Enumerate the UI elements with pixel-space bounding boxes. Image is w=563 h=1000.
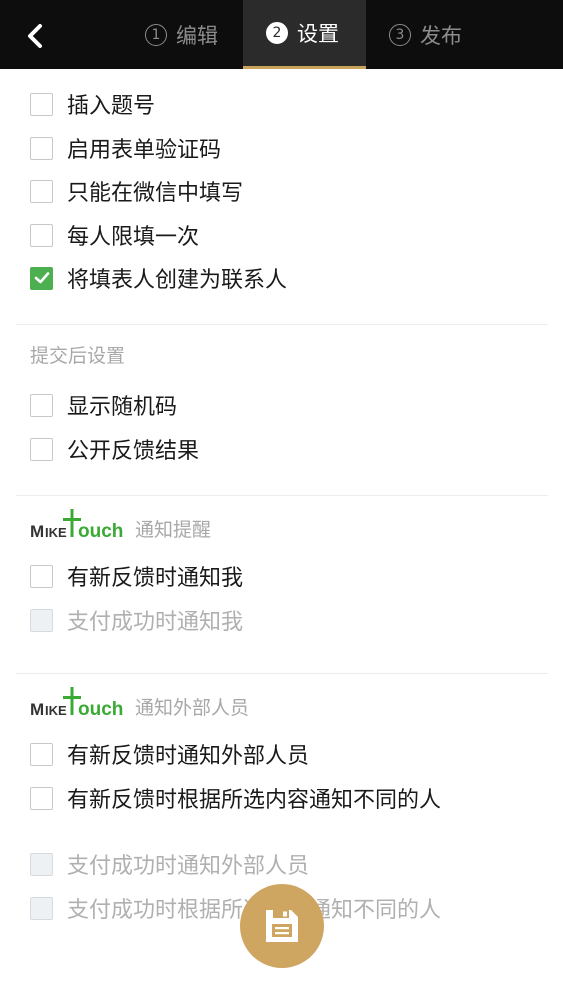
back-button[interactable]: [22, 22, 50, 50]
option-label: 显示随机码: [67, 395, 178, 420]
checkbox[interactable]: [30, 786, 53, 810]
checkbox[interactable]: [30, 437, 53, 461]
mike-touch-logo: M IKE ouch: [30, 509, 123, 541]
tab-settings[interactable]: 2 设置: [243, 0, 366, 69]
divider: [16, 495, 548, 496]
chevron-left-icon: [28, 24, 42, 48]
option-public-results[interactable]: 公开反馈结果: [30, 437, 199, 464]
top-bar: 1 编辑 2 设置 3 发布: [0, 0, 563, 69]
svg-text:ouch: ouch: [78, 521, 123, 541]
option-label: 启用表单验证码: [67, 138, 222, 163]
save-button[interactable]: [240, 884, 324, 968]
tab-number: 2: [266, 22, 288, 44]
tab-number: 3: [389, 23, 411, 46]
section-header-notify-external: M IKE ouch 通知外部人员: [30, 683, 249, 719]
checkbox[interactable]: [30, 393, 53, 417]
option-show-random-code[interactable]: 显示随机码: [30, 393, 177, 420]
option-label: 有新反馈时通知外部人员: [67, 744, 310, 769]
option-label: 有新反馈时根据所选内容通知不同的人: [67, 788, 442, 813]
checkbox[interactable]: [30, 742, 53, 766]
option-notify-me-payment: 支付成功时通知我: [30, 608, 243, 635]
option-create-contact[interactable]: 将填表人创建为联系人: [30, 266, 287, 293]
svg-text:M: M: [30, 522, 44, 541]
checkbox[interactable]: [30, 136, 53, 160]
check-icon: [34, 272, 49, 284]
svg-text:IKE: IKE: [45, 525, 67, 540]
option-notify-by-content-new-feedback[interactable]: 有新反馈时根据所选内容通知不同的人: [30, 786, 441, 813]
checkbox[interactable]: [30, 92, 53, 116]
option-label: 公开反馈结果: [67, 439, 200, 464]
option-label: 插入题号: [67, 94, 156, 119]
option-label: 支付成功时通知外部人员: [67, 854, 310, 879]
checkbox[interactable]: [30, 564, 53, 588]
checkbox[interactable]: [30, 223, 53, 247]
svg-text:ouch: ouch: [78, 699, 123, 719]
option-notify-external-new-feedback[interactable]: 有新反馈时通知外部人员: [30, 742, 309, 769]
option-label: 有新反馈时通知我: [67, 566, 244, 591]
tab-label: 设置: [297, 22, 339, 46]
checkbox-disabled: [30, 852, 53, 876]
section-header-notify: M IKE ouch 通知提醒: [30, 505, 211, 541]
option-notify-external-payment: 支付成功时通知外部人员: [30, 852, 309, 879]
option-wechat-only[interactable]: 只能在微信中填写: [30, 179, 243, 206]
checkbox-disabled: [30, 896, 53, 920]
option-insert-question-number[interactable]: 插入题号: [30, 92, 155, 119]
option-label: 每人限填一次: [67, 225, 200, 250]
save-icon: [266, 910, 298, 942]
option-notify-me-new-feedback[interactable]: 有新反馈时通知我: [30, 564, 243, 591]
option-label: 将填表人创建为联系人: [67, 268, 288, 293]
option-enable-captcha[interactable]: 启用表单验证码: [30, 136, 221, 163]
divider: [16, 673, 548, 674]
option-label: 支付成功时通知我: [67, 610, 244, 635]
option-once-per-person[interactable]: 每人限填一次: [30, 223, 199, 250]
mike-touch-logo: M IKE ouch: [30, 687, 123, 719]
tab-number: 1: [145, 23, 167, 46]
section-title-notify: 通知提醒: [135, 519, 212, 541]
checkbox[interactable]: [30, 179, 53, 203]
tab-publish[interactable]: 3 发布: [389, 0, 462, 69]
svg-text:IKE: IKE: [45, 703, 67, 718]
checkbox-disabled: [30, 608, 53, 632]
tab-edit[interactable]: 1 编辑: [145, 0, 218, 69]
checkbox-checked[interactable]: [30, 266, 53, 290]
svg-text:M: M: [30, 700, 44, 719]
divider: [16, 324, 548, 325]
option-notify-by-content-payment: 支付成功时根据所选内容通知不同的人: [30, 896, 441, 923]
section-title-after-submit: 提交后设置: [30, 345, 126, 367]
tab-label: 发布: [420, 23, 462, 48]
tab-label: 编辑: [176, 23, 218, 48]
section-title-notify-external: 通知外部人员: [135, 697, 250, 719]
option-label: 只能在微信中填写: [67, 181, 244, 206]
